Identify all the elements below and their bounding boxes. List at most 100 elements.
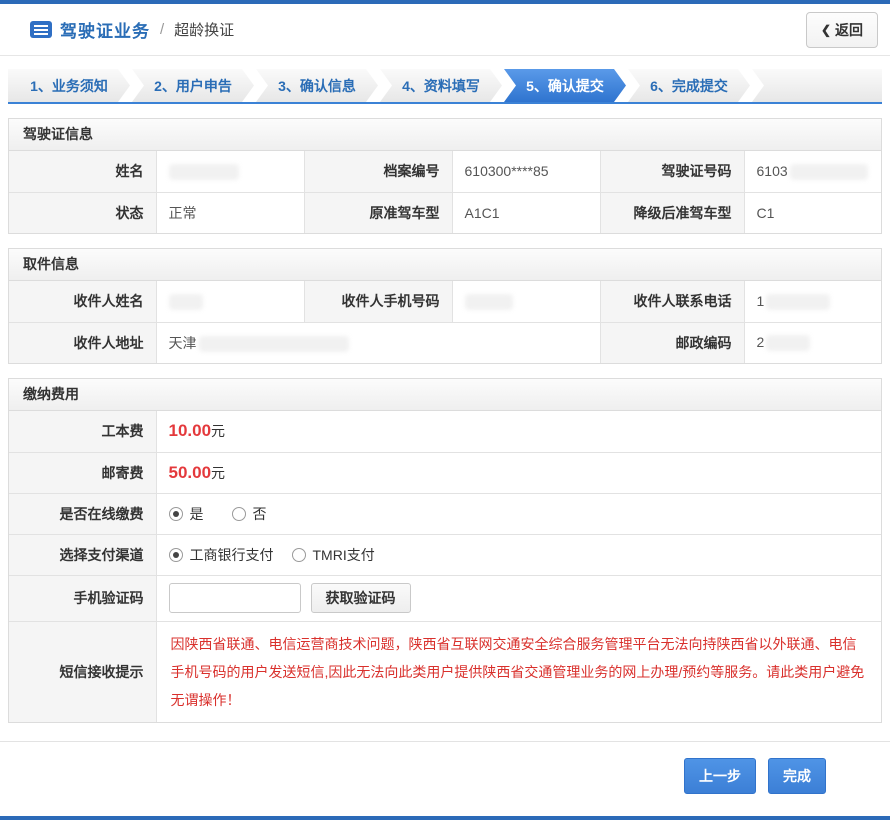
license-info-title: 驾驶证信息 (9, 119, 881, 151)
channel-icbc-label: 工商银行支付 (190, 545, 274, 565)
cost-fee-label: 工本费 (9, 411, 156, 452)
postage-fee-unit: 元 (211, 465, 225, 481)
recipient-phone-value: 1 (744, 281, 881, 322)
radio-checked-icon[interactable] (169, 507, 183, 521)
name-value (156, 151, 304, 192)
table-row: 选择支付渠道 工商银行支付 TMRI支付 (9, 534, 881, 575)
original-class-value: A1C1 (452, 192, 600, 233)
fees-table: 工本费 10.00元 邮寄费 50.00元 是否在线缴费 是 否 选择支付渠道 (9, 411, 881, 722)
sms-captcha-field: 获取验证码 (156, 575, 881, 621)
status-value: 正常 (156, 192, 304, 233)
step-4-fill-materials[interactable]: 4、资料填写 (380, 69, 502, 102)
redacted-value (169, 294, 203, 310)
step-3-confirm-info[interactable]: 3、确认信息 (256, 69, 378, 102)
breadcrumb: 驾驶证业务 / 超龄换证 (30, 17, 234, 42)
pickup-info-section: 取件信息 收件人姓名 收件人手机号码 收件人联系电话 1 收件人地址 天津 邮政… (8, 248, 882, 364)
page: 驾驶证业务 / 超龄换证 ❮ 返回 1、业务须知 2、用户申告 3、确认信息 4… (0, 0, 890, 820)
table-row: 工本费 10.00元 (9, 411, 881, 452)
cost-fee-value: 10.00元 (156, 411, 881, 452)
downgraded-class-value: C1 (744, 192, 881, 233)
table-row: 收件人地址 天津 邮政编码 2 (9, 322, 881, 363)
payment-channel-label: 选择支付渠道 (9, 534, 156, 575)
recipient-mobile-value (452, 281, 600, 322)
step-wizard: 1、业务须知 2、用户申告 3、确认信息 4、资料填写 5、确认提交 6、完成提… (8, 69, 882, 104)
postal-code-label: 邮政编码 (600, 322, 744, 363)
sms-captcha-label: 手机验证码 (9, 575, 156, 621)
cost-fee-unit: 元 (211, 423, 225, 439)
step-1-business-notice[interactable]: 1、业务须知 (8, 69, 130, 102)
online-payment-yes-label: 是 (190, 504, 204, 524)
page-subtitle: 超龄换证 (174, 19, 234, 40)
channel-tmri-option[interactable]: TMRI支付 (292, 545, 375, 565)
sms-notice-text-cell: 因陕西省联通、电信运营商技术问题，陕西省互联网交通安全综合服务管理平台无法向持陕… (156, 621, 881, 722)
table-row: 短信接收提示 因陕西省联通、电信运营商技术问题，陕西省互联网交通安全综合服务管理… (9, 621, 881, 722)
table-row: 状态 正常 原准驾车型 A1C1 降级后准驾车型 C1 (9, 192, 881, 233)
header: 驾驶证业务 / 超龄换证 ❮ 返回 (0, 4, 890, 56)
file-number-label: 档案编号 (304, 151, 452, 192)
recipient-mobile-label: 收件人手机号码 (304, 281, 452, 322)
sms-captcha-input[interactable] (169, 583, 301, 613)
recipient-name-value (156, 281, 304, 322)
step-filler (752, 69, 882, 102)
chevron-left-icon: ❮ (821, 23, 831, 37)
breadcrumb-separator: / (160, 21, 164, 38)
previous-step-button[interactable]: 上一步 (684, 758, 756, 794)
page-title: 驾驶证业务 (60, 17, 150, 42)
step-5-confirm-submit[interactable]: 5、确认提交 (504, 69, 626, 102)
license-info-table: 姓名 档案编号 610300****85 驾驶证号码 6103 状态 正常 原准… (9, 151, 881, 233)
online-payment-yes-option[interactable]: 是 (169, 504, 204, 524)
footer-actions: 上一步 完成 (0, 741, 890, 820)
fees-title: 缴纳费用 (9, 379, 881, 411)
redacted-value (790, 164, 868, 180)
online-payment-no-label: 否 (253, 504, 267, 524)
license-list-icon (30, 21, 52, 38)
table-row: 收件人姓名 收件人手机号码 收件人联系电话 1 (9, 281, 881, 322)
name-label: 姓名 (9, 151, 156, 192)
cost-fee-amount: 10.00 (169, 421, 212, 440)
table-row: 姓名 档案编号 610300****85 驾驶证号码 6103 (9, 151, 881, 192)
recipient-phone-label: 收件人联系电话 (600, 281, 744, 322)
table-row: 手机验证码 获取验证码 (9, 575, 881, 621)
channel-tmri-label: TMRI支付 (313, 545, 375, 565)
postage-fee-label: 邮寄费 (9, 452, 156, 493)
back-button-label: 返回 (835, 20, 863, 40)
original-class-label: 原准驾车型 (304, 192, 452, 233)
radio-unchecked-icon[interactable] (232, 507, 246, 521)
table-row: 邮寄费 50.00元 (9, 452, 881, 493)
pickup-info-title: 取件信息 (9, 249, 881, 281)
recipient-address-label: 收件人地址 (9, 322, 156, 363)
license-number-label: 驾驶证号码 (600, 151, 744, 192)
bottom-accent-bar (0, 816, 890, 820)
payment-channel-options: 工商银行支付 TMRI支付 (156, 534, 881, 575)
fees-section: 缴纳费用 工本费 10.00元 邮寄费 50.00元 是否在线缴费 是 否 (8, 378, 882, 723)
redacted-value (766, 335, 810, 351)
downgraded-class-label: 降级后准驾车型 (600, 192, 744, 233)
channel-icbc-option[interactable]: 工商银行支付 (169, 545, 274, 565)
online-payment-options: 是 否 (156, 493, 881, 534)
step-2-user-declaration[interactable]: 2、用户申告 (132, 69, 254, 102)
recipient-address-value: 天津 (156, 322, 600, 363)
postage-fee-value: 50.00元 (156, 452, 881, 493)
postal-code-value: 2 (744, 322, 881, 363)
license-number-value: 6103 (744, 151, 881, 192)
step-6-complete-submit[interactable]: 6、完成提交 (628, 69, 750, 102)
redacted-value (465, 294, 513, 310)
back-button[interactable]: ❮ 返回 (806, 12, 878, 48)
get-captcha-button[interactable]: 获取验证码 (311, 583, 411, 613)
finish-button[interactable]: 完成 (768, 758, 826, 794)
online-payment-label: 是否在线缴费 (9, 493, 156, 534)
license-info-section: 驾驶证信息 姓名 档案编号 610300****85 驾驶证号码 6103 状态… (8, 118, 882, 234)
redacted-value (199, 336, 349, 352)
radio-checked-icon[interactable] (169, 548, 183, 562)
table-row: 是否在线缴费 是 否 (9, 493, 881, 534)
pickup-info-table: 收件人姓名 收件人手机号码 收件人联系电话 1 收件人地址 天津 邮政编码 2 (9, 281, 881, 363)
recipient-name-label: 收件人姓名 (9, 281, 156, 322)
status-label: 状态 (9, 192, 156, 233)
file-number-value: 610300****85 (452, 151, 600, 192)
sms-notice-text: 因陕西省联通、电信运营商技术问题，陕西省互联网交通安全综合服务管理平台无法向持陕… (171, 630, 868, 714)
redacted-value (766, 294, 830, 310)
online-payment-no-option[interactable]: 否 (232, 504, 267, 524)
radio-unchecked-icon[interactable] (292, 548, 306, 562)
postage-fee-amount: 50.00 (169, 463, 212, 482)
sms-notice-label: 短信接收提示 (9, 621, 156, 722)
